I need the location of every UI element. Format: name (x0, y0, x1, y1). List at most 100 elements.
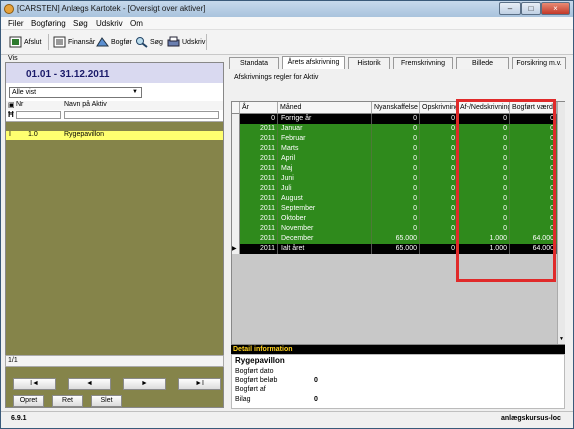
tab-historik[interactable]: Historik (348, 57, 390, 69)
period-header: 01.01 - 31.12.2011 (6, 63, 223, 84)
finansar-button[interactable]: Finansår (53, 35, 95, 49)
detail-asset-name: Rygepavillon (235, 356, 285, 365)
row-selector[interactable] (232, 144, 240, 154)
menu-filer[interactable]: Filer (8, 19, 24, 28)
header-name[interactable]: Navn på Aktiv (64, 101, 107, 108)
udskriv-button[interactable]: Udskriv (167, 35, 205, 49)
cell-nyanskaffelse: 0 (372, 184, 420, 194)
detail-label: Bogført beløb (235, 377, 278, 384)
row-selector[interactable] (232, 184, 240, 194)
menu-bogforing[interactable]: Bogføring (31, 19, 66, 28)
maximize-button[interactable]: □ (521, 2, 541, 15)
prev-record-button[interactable]: ◄ (68, 378, 111, 390)
detail-value: 0 (314, 377, 318, 384)
detail-label: Bogført af (235, 386, 266, 393)
cell-nyanskaffelse: 0 (372, 124, 420, 134)
finansar-label: Finansår (68, 38, 96, 46)
cell-opskrivning: 0 (420, 224, 458, 234)
header-nr[interactable]: Nr (16, 101, 23, 108)
tab-billede[interactable]: Billede (456, 57, 509, 69)
row-selector[interactable] (232, 234, 240, 244)
close-button[interactable]: × (541, 2, 570, 15)
detail-value: 0 (314, 396, 318, 403)
toolbar: Afslut Finansår Bogfør Søg Udskriv (1, 30, 573, 55)
header-opskrivning[interactable]: Opskrivning (420, 102, 458, 114)
header-icon: ▣ (8, 102, 15, 109)
bogfor-label: Bogfør (111, 38, 133, 46)
record-count: 1/1 (5, 355, 224, 367)
cell-nyanskaffelse: 65.000 (372, 244, 420, 254)
cell-opskrivning: 0 (420, 174, 458, 184)
cell-year: 2011 (240, 214, 278, 224)
cell-opskrivning: 0 (420, 154, 458, 164)
filter-icon: Ħ (8, 110, 14, 119)
exit-icon (9, 36, 22, 48)
cell-nyanskaffelse: 0 (372, 224, 420, 234)
next-record-button[interactable]: ► (123, 378, 166, 390)
afslut-button[interactable]: Afslut (9, 35, 42, 49)
name-filter-input[interactable] (64, 111, 219, 119)
tab-arets-afskrivning[interactable]: Årets afskrivning (282, 56, 345, 69)
header-corner (232, 102, 240, 114)
bogfor-button[interactable]: Bogfør (96, 35, 132, 49)
filter-dropdown[interactable]: Alle vist ▼ (9, 87, 142, 98)
cell-opskrivning: 0 (420, 214, 458, 224)
table-row[interactable]: I 1.0 Rygepavillon (6, 131, 223, 140)
row-selector[interactable] (232, 174, 240, 184)
menu-udskriv[interactable]: Udskriv (96, 19, 123, 28)
menu-sog[interactable]: Søg (73, 19, 88, 28)
chevron-down-icon: ▼ (132, 89, 138, 95)
cell-opskrivning: 0 (420, 244, 458, 254)
tab-fremskrivning[interactable]: Fremskrivning (393, 57, 453, 69)
menu-bar: Filer Bogføring Søg Udskriv Om (1, 17, 573, 30)
header-nyanskaffelse[interactable]: Nyanskaffelse (372, 102, 420, 114)
minimize-button[interactable]: – (499, 2, 521, 15)
cell-month: Januar (278, 124, 372, 134)
cell-month: December (278, 234, 372, 244)
row-selector[interactable] (232, 114, 240, 124)
row-selector[interactable]: ▶ (232, 244, 240, 254)
cell-nyanskaffelse: 0 (372, 204, 420, 214)
slet-button[interactable]: Slet (91, 395, 122, 407)
detail-label: Bogført dato (235, 368, 274, 375)
nr-filter-input[interactable] (16, 111, 61, 119)
row-selector[interactable] (232, 164, 240, 174)
header-year[interactable]: År (240, 102, 278, 114)
sog-button[interactable]: Søg (135, 35, 163, 49)
window-title: [CARSTEN] Anlægs Kartotek - [Oversigt ov… (17, 4, 206, 13)
asset-filter-line: Ħ (6, 110, 223, 122)
scroll-down-icon[interactable]: ▼ (559, 336, 564, 342)
version-label: 6.9.1 (11, 415, 27, 422)
tab-standata[interactable]: Standata (229, 57, 279, 69)
row-selector[interactable] (232, 154, 240, 164)
row-selector[interactable] (232, 124, 240, 134)
cell-year: 2011 (240, 194, 278, 204)
first-record-button[interactable]: I◄ (13, 378, 56, 390)
table-scrollbar[interactable]: ▼ (557, 102, 565, 344)
last-record-button[interactable]: ►I (178, 378, 221, 390)
cell-nyanskaffelse: 0 (372, 144, 420, 154)
cell-year: 2011 (240, 154, 278, 164)
cell-opskrivning: 0 (420, 114, 458, 124)
row-selector[interactable] (232, 194, 240, 204)
header-month[interactable]: Måned (278, 102, 372, 114)
cell-year: 2011 (240, 234, 278, 244)
ret-button[interactable]: Ret (52, 395, 83, 407)
cell-nyanskaffelse: 0 (372, 174, 420, 184)
row-selector[interactable] (232, 224, 240, 234)
row-selector[interactable] (232, 204, 240, 214)
cell-month: Oktober (278, 214, 372, 224)
cell-nyanskaffelse: 0 (372, 154, 420, 164)
sog-label: Søg (150, 38, 163, 46)
tab-forsikring[interactable]: Forsikring m.v. (512, 57, 566, 69)
row-selector[interactable] (232, 214, 240, 224)
cell-year: 2011 (240, 184, 278, 194)
book-icon (96, 36, 109, 48)
menu-om[interactable]: Om (130, 19, 143, 28)
title-bar[interactable]: [CARSTEN] Anlægs Kartotek - [Oversigt ov… (1, 1, 573, 17)
cell-year: 2011 (240, 134, 278, 144)
detail-label: Bilag (235, 396, 251, 403)
opret-button[interactable]: Opret (13, 395, 44, 407)
cell-month: Juli (278, 184, 372, 194)
row-selector[interactable] (232, 134, 240, 144)
